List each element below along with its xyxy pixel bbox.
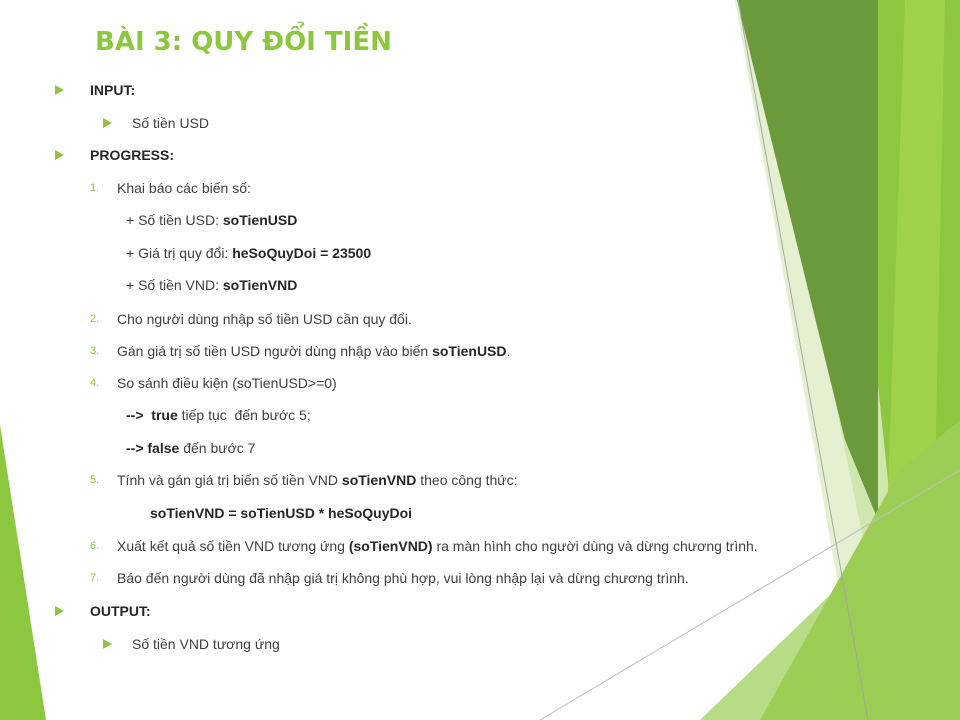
step-text: Gán giá trị số tiền USD người dùng nhập … <box>117 343 433 359</box>
arrow-label: --> <box>126 407 152 423</box>
left-green-wedge <box>0 425 46 720</box>
step-2-text: Cho người dùng nhập số tiền USD cần quy … <box>117 311 412 327</box>
input-heading: INPUT: <box>90 82 136 98</box>
step-number: 7. <box>90 572 100 584</box>
step-4-true-branch: --> true tiếp tục đến bước 5; <box>126 406 311 424</box>
output-item: Số tiền VND tương ứng <box>132 636 280 652</box>
step-variable: soTienUSD <box>432 343 507 359</box>
step-number: 3. <box>90 345 100 357</box>
output-heading: OUTPUT: <box>90 603 151 619</box>
step-7-text: Báo đến người dùng đã nhập giá trị không… <box>117 570 689 586</box>
bullet-arrow-icon <box>55 150 64 160</box>
branch-text: đến bước 7 <box>179 440 256 456</box>
var-usd: + Số tiền USD: soTienUSD <box>126 211 297 229</box>
step-text: Xuất kết quả số tiền VND tương ứng <box>117 538 349 554</box>
slide-title: BÀI 3: QUY ĐỔI TIỀN <box>95 27 392 57</box>
step-5-text: Tính và gán giá trị biến số tiền VND soT… <box>117 471 518 489</box>
branch-text: tiếp tục đến bước 5; <box>177 407 311 423</box>
true-keyword: true <box>151 407 178 423</box>
right-dark-band <box>737 0 878 520</box>
var-label: + Số tiền VND: <box>126 277 223 293</box>
step-1-text: Khai báo các biến số: <box>117 180 251 196</box>
step-variable: (soTienVND) <box>348 538 433 554</box>
var-value: heSoQuyDoi = 23500 <box>232 245 372 261</box>
formula-text: soTienVND = soTienUSD * heSoQuyDoi <box>150 505 413 521</box>
step-number: 2. <box>90 313 100 325</box>
formula: soTienVND = soTienUSD * heSoQuyDoi <box>150 504 412 522</box>
step-number: 1. <box>90 182 100 194</box>
step-text-end: ra màn hình cho người dùng và dừng chươn… <box>432 538 758 554</box>
step-3-text: Gán giá trị số tiền USD người dùng nhập … <box>117 342 510 360</box>
var-vnd: + Số tiền VND: soTienVND <box>126 276 297 294</box>
var-value: soTienVND <box>222 277 298 293</box>
var-value: soTienUSD <box>222 212 298 228</box>
bullet-arrow-icon <box>55 606 64 616</box>
false-keyword: false <box>147 440 180 456</box>
var-label: + Giá trị quy đổi: <box>126 245 233 261</box>
step-text: Tính và gán giá trị biến số tiền VND <box>117 472 342 488</box>
step-number: 4. <box>90 377 100 389</box>
step-number: 6. <box>90 540 100 552</box>
bullet-arrow-icon <box>103 118 112 128</box>
step-variable: soTienVND <box>341 472 417 488</box>
step-4-false-branch: --> false đến bước 7 <box>126 439 255 457</box>
step-text-end: theo công thức: <box>416 472 518 488</box>
step-text-end: . <box>506 343 511 359</box>
progress-heading: PROGRESS: <box>90 147 175 163</box>
step-4-text: So sánh điều kiện (soTienUSD>=0) <box>117 375 337 391</box>
bullet-arrow-icon <box>55 85 64 95</box>
arrow-label: --> <box>126 440 148 456</box>
step-6-text: Xuất kết quả số tiền VND tương ứng (soTi… <box>117 537 758 555</box>
bullet-arrow-icon <box>103 639 112 649</box>
var-rate: + Giá trị quy đổi: heSoQuyDoi = 23500 <box>126 244 371 262</box>
var-label: + Số tiền USD: <box>126 212 223 228</box>
step-number: 5. <box>90 474 100 486</box>
input-item: Số tiền USD <box>132 115 210 131</box>
